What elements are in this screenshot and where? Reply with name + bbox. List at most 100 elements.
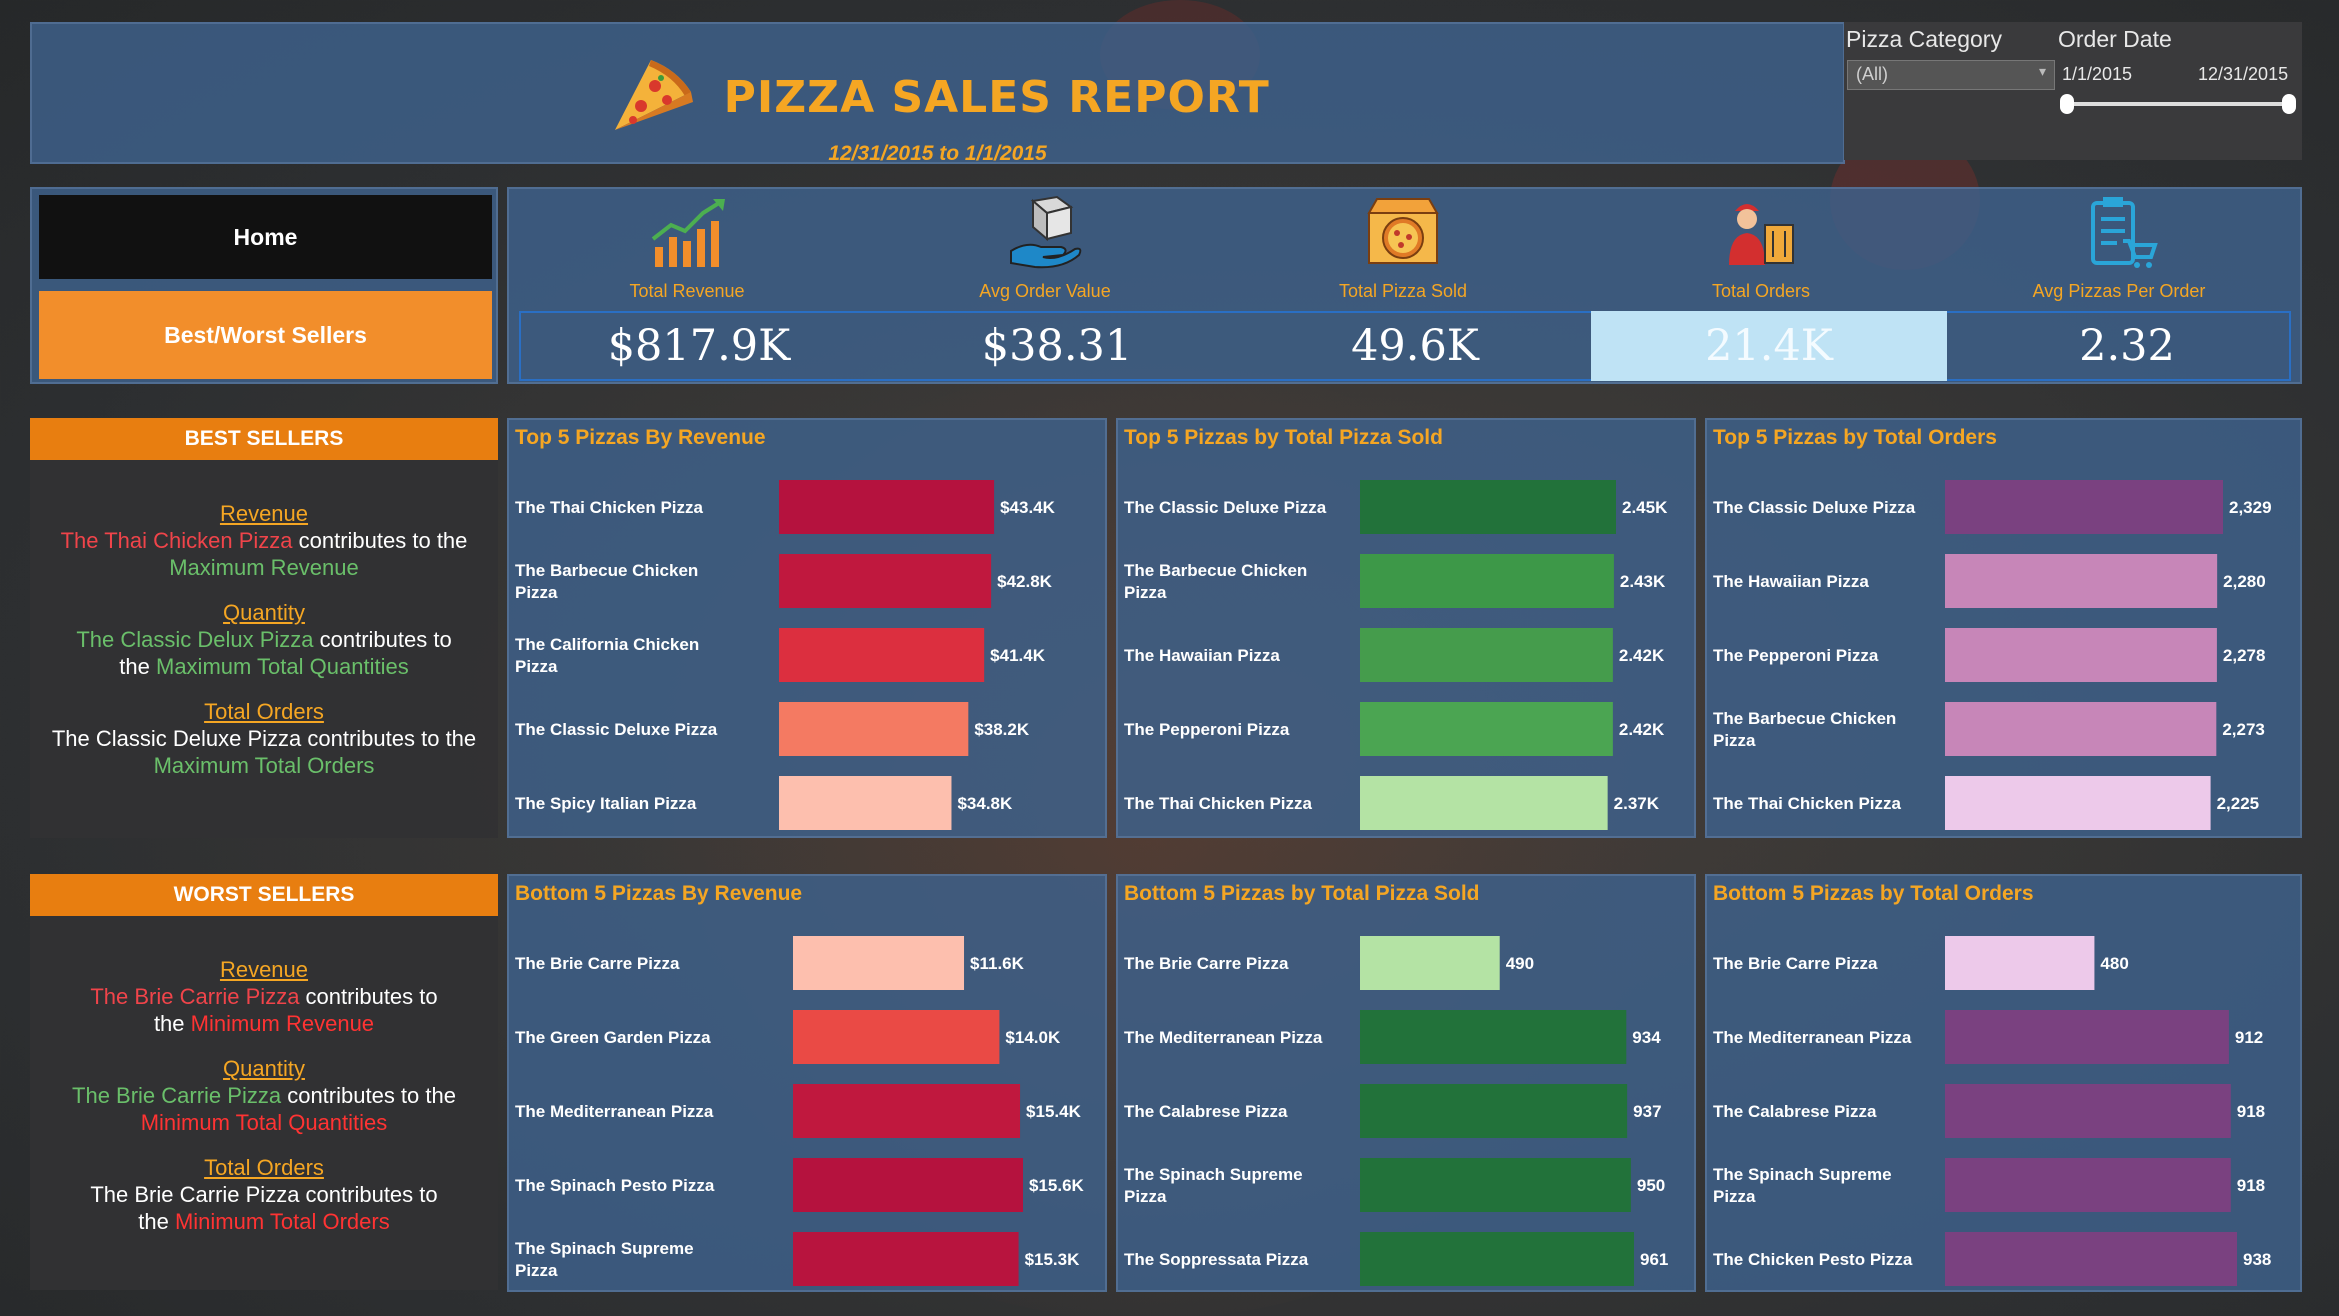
bar-2[interactable]	[793, 1010, 1000, 1064]
bar-1[interactable]	[1945, 936, 2095, 990]
bar-4[interactable]	[1360, 702, 1613, 756]
bar-category-label: The Barbecue Chicken Pizza	[1124, 561, 1307, 602]
best-revenue-title: Revenue	[219, 501, 309, 526]
order-date-label: Order Date	[2058, 26, 2172, 52]
bar-5[interactable]	[1945, 1232, 2237, 1286]
date-slider-end-handle[interactable]	[2282, 94, 2296, 114]
bar-category-label: The Brie Carre Pizza	[1713, 954, 1878, 973]
home-button[interactable]: Home	[39, 195, 492, 279]
best-orders-text: contributes to the	[301, 726, 477, 751]
bar-5[interactable]	[1945, 776, 2211, 830]
kpi-total-pizza-sold-value[interactable]: 49.6K	[1237, 311, 1593, 381]
bar-value-label: 2.37K	[1614, 794, 1660, 813]
kpi-total-revenue-value[interactable]: $817.9K	[521, 311, 877, 381]
bar-value-label: 490	[1506, 954, 1534, 973]
bar-category-label: The Green Garden Pizza	[515, 1028, 711, 1047]
navigation-panel: Home Best/Worst Sellers	[30, 187, 498, 384]
bar-2[interactable]	[1945, 554, 2218, 608]
best-orders-title: Total Orders	[204, 699, 324, 724]
kpi-total-revenue-label: Total Revenue	[629, 281, 745, 301]
bar-3[interactable]	[1945, 1084, 2231, 1138]
bar-value-label: 918	[2237, 1102, 2265, 1121]
bar-4[interactable]	[793, 1158, 1023, 1212]
kpi-avg-pizzas-per-order-value[interactable]: 2.32	[1949, 311, 2305, 381]
bar-1[interactable]	[793, 936, 965, 990]
chevron-down-icon: ▾	[2038, 63, 2046, 79]
bar-category-label: The Barbecue Chicken Pizza	[1713, 709, 1896, 750]
bar-value-label: $43.4K	[1000, 498, 1056, 517]
date-slider-start-handle[interactable]	[2060, 94, 2074, 114]
bar-category-label: The Barbecue Chicken Pizza	[515, 561, 698, 602]
bar-value-label: 937	[1633, 1102, 1661, 1121]
bar-category-label: The Brie Carre Pizza	[1124, 954, 1289, 973]
bar-value-label: $14.0K	[1005, 1028, 1061, 1047]
worst-revenue-title: Revenue	[219, 957, 309, 982]
clipboard-cart-icon	[2091, 197, 2158, 268]
bar-category-label: The Spinach Supreme Pizza	[1713, 1165, 1892, 1206]
bar-3[interactable]	[1360, 1084, 1628, 1138]
bar-category-label: The Spinach Supreme Pizza	[1124, 1165, 1303, 1206]
bar-value-label: 918	[2237, 1176, 2265, 1195]
bar-1[interactable]	[1945, 480, 2223, 534]
bar-2[interactable]	[1360, 554, 1614, 608]
pizza-category-dropdown[interactable]: (All) ▾	[1847, 60, 2055, 90]
bar-category-label: The Classic Deluxe Pizza	[515, 720, 718, 739]
bar-category-label: The Classic Deluxe Pizza	[1124, 498, 1327, 517]
best-revenue-pizza: The Thai Chicken Pizza	[60, 528, 293, 553]
bar-value-label: 2.45K	[1622, 498, 1668, 517]
date-start-value: 1/1/2015	[2062, 64, 2133, 84]
best-revenue-text: contributes to the	[292, 528, 468, 553]
bar-category-label: The Mediterranean Pizza	[1124, 1028, 1323, 1047]
best-sellers-panel: BEST SELLERS Revenue The Thai Chicken Pi…	[30, 418, 498, 838]
bar-5[interactable]	[779, 776, 952, 830]
bar-5[interactable]	[793, 1232, 1019, 1286]
bar-category-label: The Mediterranean Pizza	[1713, 1028, 1912, 1047]
bar-1[interactable]	[1360, 480, 1616, 534]
bar-3[interactable]	[1360, 628, 1613, 682]
bar-5[interactable]	[1360, 1232, 1634, 1286]
bar-value-label: $41.4K	[990, 646, 1046, 665]
best-quantity-tail: Maximum Total Quantities	[156, 654, 409, 679]
worst-quantity-text: contributes to the	[281, 1083, 456, 1108]
chart-bottom-pizza-sold: Bottom 5 Pizzas by Total Pizza Sold 490 T…	[1116, 874, 1696, 1292]
report-title: PIZZA SALES REPORT	[723, 71, 1270, 123]
kpi-avg-order-value-value[interactable]: $38.31	[879, 311, 1235, 381]
bar-category-label: The Thai Chicken Pizza	[1124, 794, 1313, 813]
bar-4[interactable]	[1360, 1158, 1631, 1212]
kpi-total-orders-label: Total Orders	[1711, 281, 1811, 301]
bar-3[interactable]	[1945, 628, 2217, 682]
bar-4[interactable]	[1945, 1158, 2231, 1212]
bar-4[interactable]	[779, 702, 969, 756]
worst-quantity-title: Quantity	[223, 1056, 305, 1081]
bar-2[interactable]	[779, 554, 992, 608]
bar-category-label: The Hawaiian Pizza	[1713, 572, 1869, 591]
bar-value-label: 2,225	[2217, 794, 2260, 813]
date-slider-track[interactable]	[2066, 102, 2288, 106]
worst-revenue-tail: Minimum Revenue	[190, 1011, 375, 1036]
bar-3[interactable]	[779, 628, 985, 682]
report-header: PIZZA SALES REPORT 12/31/2015 to 1/1/201…	[30, 22, 1845, 165]
bar-1[interactable]	[1360, 936, 1500, 990]
bar-2[interactable]	[1945, 1010, 2229, 1064]
bar-category-label: The Thai Chicken Pizza	[515, 498, 704, 517]
chart-top-orders: Top 5 Pizzas by Total Orders 2,329 The Cl…	[1705, 418, 2302, 838]
bar-category-label: The Spinach Supreme Pizza	[515, 1239, 694, 1280]
bar-1[interactable]	[779, 480, 995, 534]
kpi-total-orders-value[interactable]: 21.4K	[1591, 311, 1947, 381]
bar-category-label: The Thai Chicken Pizza	[1713, 794, 1902, 813]
bar-2[interactable]	[1360, 1010, 1627, 1064]
bar-5[interactable]	[1360, 776, 1608, 830]
bar-3[interactable]	[793, 1084, 1021, 1138]
hand-box-icon	[1010, 195, 1082, 269]
kpi-avg-pizzas-per-order-label: Avg Pizzas Per Order	[2032, 281, 2206, 301]
bar-value-label: $15.3K	[1025, 1250, 1081, 1269]
bar-value-label: 2,280	[2223, 572, 2266, 591]
worst-sellers-panel: WORST SELLERS Revenue The Brie Carrie Pi…	[30, 874, 498, 1290]
best-worst-sellers-button[interactable]: Best/Worst Sellers	[39, 291, 492, 379]
chart-top-pizza-sold: Top 5 Pizzas by Total Pizza Sold 2.45K Th…	[1116, 418, 1696, 838]
worst-revenue-text: contributes to	[299, 984, 438, 1009]
bar-value-label: $11.6K	[970, 954, 1025, 973]
best-sellers-heading: BEST SELLERS	[30, 418, 498, 460]
bar-category-label: The Calabrese Pizza	[1713, 1102, 1877, 1121]
bar-4[interactable]	[1945, 702, 2217, 756]
